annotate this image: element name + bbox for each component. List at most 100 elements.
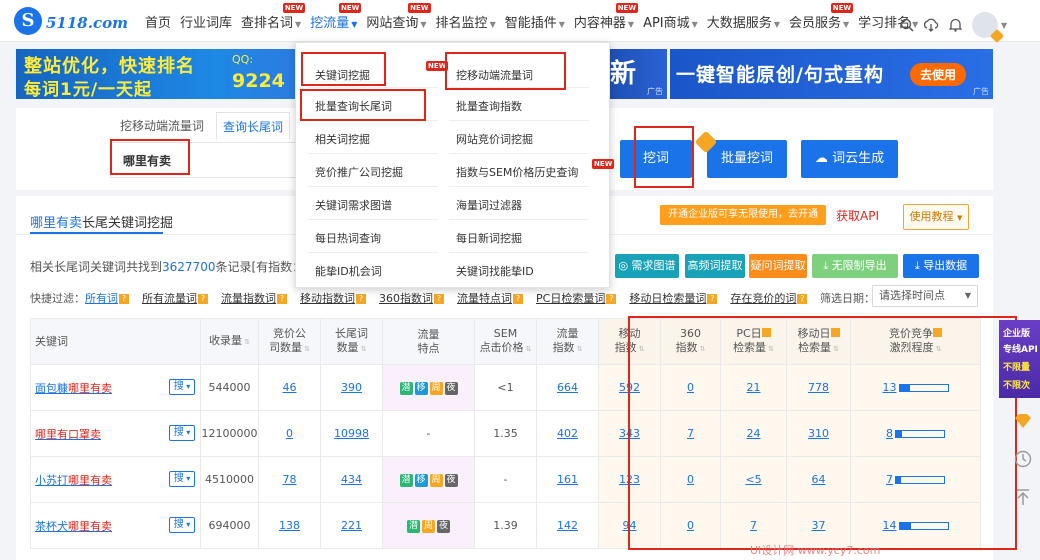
cell-longtail-link[interactable]: 221: [341, 519, 362, 532]
enterprise-api-float-ad[interactable]: 企业版 专线API 不限量 不限次: [999, 320, 1040, 398]
cell-360-index-link[interactable]: 0: [687, 381, 694, 394]
cell-360-index-link[interactable]: 0: [687, 473, 694, 486]
vip-diamond-icon[interactable]: [1010, 408, 1036, 434]
menu-item-right-1[interactable]: 批量查询指数: [456, 98, 522, 114]
menu-item-left-0[interactable]: 关键词挖掘: [315, 67, 370, 83]
unlimited-export-button[interactable]: ⤓ 无限制导出: [812, 254, 898, 278]
col-mobile-index[interactable]: 移动 指数 ⇅: [598, 318, 661, 365]
nav-item-5[interactable]: 排名监控 ▼: [436, 12, 496, 31]
clock-icon[interactable]: [1010, 446, 1036, 472]
cell-mobile-daily-link[interactable]: 64: [812, 473, 826, 486]
demand-graph-button[interactable]: ◎ 需求图谱: [615, 254, 679, 278]
cell-flow-index-link[interactable]: 161: [557, 473, 578, 486]
cell-pc-daily-link[interactable]: 7: [750, 519, 757, 532]
cell-pc-daily-link[interactable]: 24: [747, 427, 761, 440]
cell-longtail-link[interactable]: 390: [341, 381, 362, 394]
cell-flow-index-link[interactable]: 402: [557, 427, 578, 440]
menu-item-right-0[interactable]: 挖移动端流量词: [456, 67, 533, 83]
col-competition[interactable]: 竞价竞争 激烈程度 ⇅: [850, 318, 981, 365]
cell-pc-daily-link[interactable]: <5: [745, 473, 761, 486]
quick-filter-6[interactable]: PC日检索量词?: [536, 290, 617, 306]
quick-filter-2[interactable]: 流量指数词?: [221, 290, 287, 306]
keyword-link[interactable]: 哪里有口罩卖: [35, 428, 101, 441]
quick-filter-1[interactable]: 所有流量词?: [142, 290, 208, 306]
competition-link[interactable]: 8: [886, 427, 893, 440]
keyword-link[interactable]: 茶杯犬哪里有卖: [35, 520, 112, 533]
cell-bid-companies-link[interactable]: 46: [283, 381, 297, 394]
cell-mobile-index-link[interactable]: 94: [623, 519, 637, 532]
search-engine-select[interactable]: 搜 ▾: [169, 425, 195, 441]
batch-dig-button[interactable]: 批量挖词: [707, 140, 787, 178]
cell-mobile-index-link[interactable]: 592: [619, 381, 640, 394]
cell-mobile-daily-link[interactable]: 37: [812, 519, 826, 532]
col-mobile-daily[interactable]: 移动日 检索量 ⇅: [786, 318, 851, 365]
menu-item-right-6[interactable]: 关键词找能挚ID: [456, 263, 534, 279]
cell-mobile-daily-link[interactable]: 310: [808, 427, 829, 440]
cell-flow-index-link[interactable]: 664: [557, 381, 578, 394]
nav-item-3[interactable]: 挖流量 ▼ NEW: [310, 2, 362, 31]
cell-bid-companies-link[interactable]: 0: [286, 427, 293, 440]
quick-filter-4[interactable]: 360指数词?: [379, 290, 444, 306]
cloud-download-icon[interactable]: [922, 16, 940, 34]
banner-ai-rewrite[interactable]: 一键智能原创/句式重构 去使用 广告: [670, 49, 993, 99]
search-icon[interactable]: [898, 16, 916, 34]
tab-longtail-query[interactable]: 查询长尾词: [216, 112, 291, 140]
get-api-button[interactable]: 获取API: [836, 204, 879, 228]
menu-item-right-4[interactable]: 海量词过滤器: [456, 197, 522, 213]
nav-item-2[interactable]: 查排名词 ▼ NEW: [241, 2, 306, 31]
tab-mobile-traffic-words[interactable]: 挖移动端流量词: [114, 112, 210, 140]
col-flow-index[interactable]: 流量 指数 ⇅: [536, 318, 599, 365]
cell-mobile-index-link[interactable]: 343: [619, 427, 640, 440]
nav-item-8[interactable]: API商城 ▼: [643, 12, 698, 31]
date-select[interactable]: 请选择时间点 ▼: [872, 285, 978, 307]
high-freq-extract-button[interactable]: 高频词提取: [685, 254, 745, 278]
cell-pc-daily-link[interactable]: 21: [747, 381, 761, 394]
nav-item-6[interactable]: 智能插件 ▼: [505, 12, 565, 31]
avatar-caret-icon[interactable]: ▼: [1001, 21, 1007, 30]
bell-icon[interactable]: [946, 16, 964, 34]
nav-item-7[interactable]: 内容神器 ▼ NEW: [574, 2, 639, 31]
cell-360-index-link[interactable]: 0: [687, 519, 694, 532]
back-to-top-icon[interactable]: [1010, 484, 1036, 510]
menu-item-left-1[interactable]: 批量查询长尾词: [315, 98, 392, 114]
keyword-link[interactable]: 小苏打哪里有卖: [35, 474, 112, 487]
banner-seo-promo[interactable]: 整站优化，快速排名 每词1元/一天起 QQ: 9224: [16, 49, 301, 99]
search-engine-select[interactable]: 搜 ▾: [169, 517, 195, 533]
col-pc-daily[interactable]: PC日 检索量 ⇅: [720, 318, 787, 365]
avatar[interactable]: [972, 12, 998, 38]
word-cloud-button[interactable]: ☁ 词云生成: [801, 140, 898, 178]
menu-item-right-3[interactable]: 指数与SEM价格历史查询: [456, 164, 578, 180]
nav-item-10[interactable]: 会员服务 ▼ NEW: [789, 2, 854, 31]
banner-mid[interactable]: 新 广告: [610, 49, 667, 99]
export-data-button[interactable]: ⤓ 导出数据: [903, 254, 979, 278]
keyword-link[interactable]: 面包糠哪里有卖: [35, 382, 112, 395]
cell-mobile-daily-link[interactable]: 778: [808, 381, 829, 394]
menu-item-left-4[interactable]: 关键词需求图谱: [315, 197, 392, 213]
cell-longtail-link[interactable]: 434: [341, 473, 362, 486]
cell-longtail-link[interactable]: 10998: [334, 427, 369, 440]
enterprise-promo-tip[interactable]: 开通企业版可享无限使用，去开通: [660, 205, 826, 225]
cell-flow-index-link[interactable]: 142: [557, 519, 578, 532]
cell-bid-companies-link[interactable]: 138: [279, 519, 300, 532]
menu-item-right-5[interactable]: 每日新词挖掘: [456, 230, 522, 246]
menu-item-left-5[interactable]: 每日热词查询: [315, 230, 381, 246]
nav-item-0[interactable]: 首页: [145, 12, 171, 31]
search-engine-select[interactable]: 搜 ▾: [169, 471, 195, 487]
question-extract-button[interactable]: 疑问词提取: [749, 254, 807, 278]
menu-item-right-2[interactable]: 网站竞价词挖掘: [456, 131, 533, 147]
col-bid-companies[interactable]: 竞价公 司数量 ⇅: [258, 318, 321, 365]
quick-filter-8[interactable]: 存在竞价的词?: [730, 290, 808, 306]
dig-button[interactable]: 挖词: [620, 140, 692, 178]
competition-link[interactable]: 14: [883, 519, 897, 532]
cell-mobile-index-link[interactable]: 123: [619, 473, 640, 486]
quick-filter-0[interactable]: 所有词?: [85, 290, 129, 306]
competition-link[interactable]: 7: [886, 473, 893, 486]
quick-filter-7[interactable]: 移动日检索量词?: [629, 290, 718, 306]
col-360-index[interactable]: 360 指数 ⇅: [660, 318, 721, 365]
menu-item-left-6[interactable]: 能挚ID机会词: [315, 263, 382, 279]
col-collected[interactable]: 收录量 ⇅: [200, 318, 259, 365]
banner-use-button[interactable]: 去使用: [910, 63, 967, 86]
quick-filter-5[interactable]: 流量特点词?: [457, 290, 523, 306]
competition-link[interactable]: 13: [883, 381, 897, 394]
menu-item-left-2[interactable]: 相关词挖掘: [315, 131, 370, 147]
